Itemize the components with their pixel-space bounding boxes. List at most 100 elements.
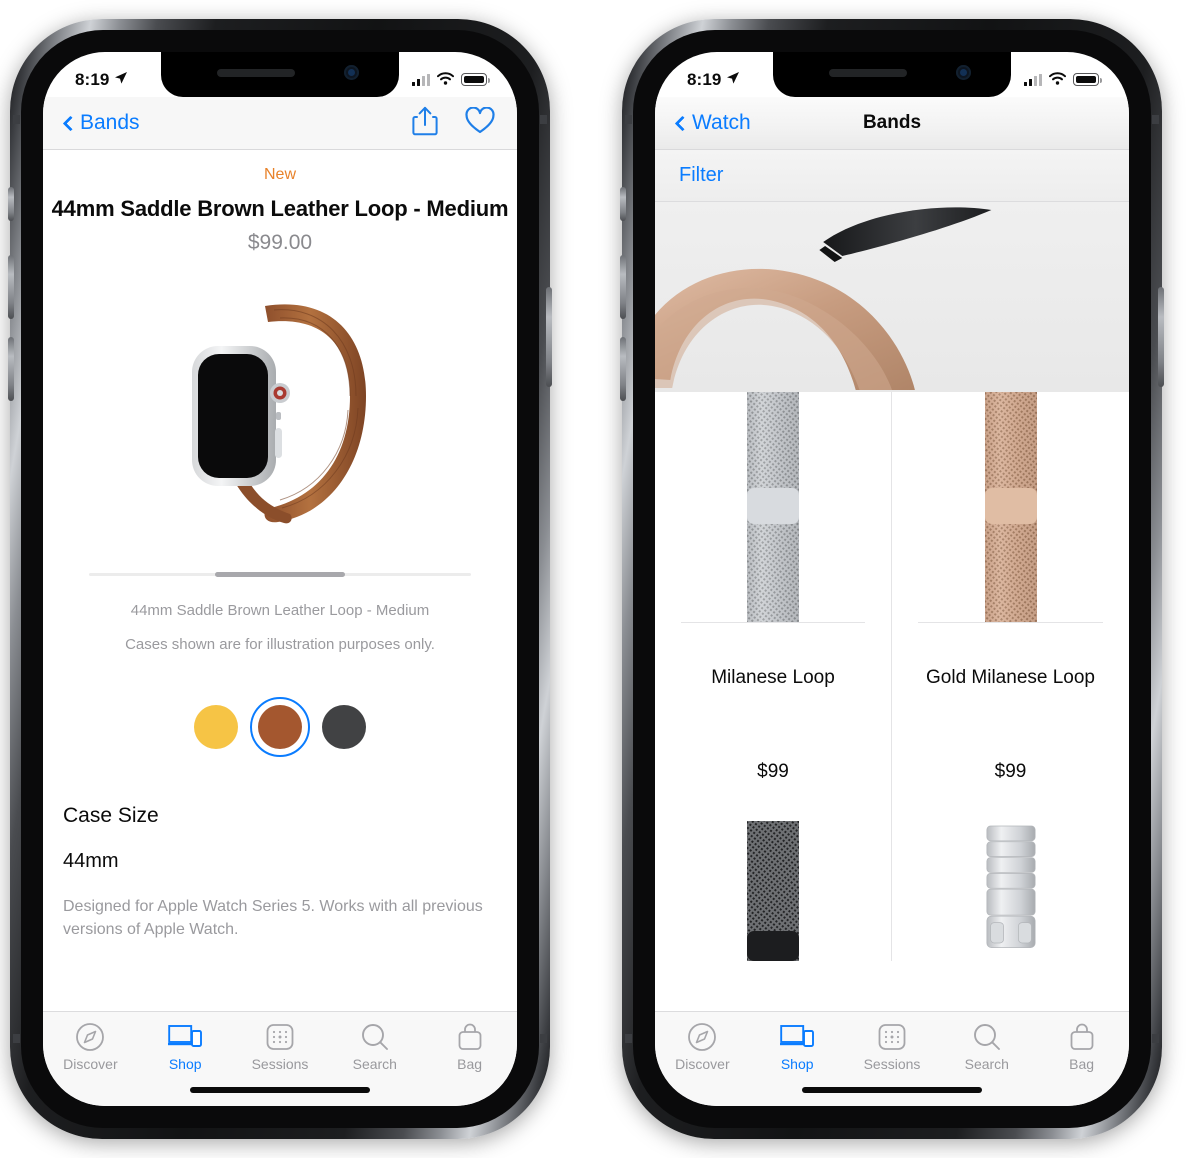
grid-column-right: Gold Milanese Loop $99 bbox=[892, 392, 1129, 961]
product-cell-gold-milanese-loop[interactable]: Gold Milanese Loop $99 bbox=[892, 392, 1129, 821]
tab-label: Sessions bbox=[251, 1056, 309, 1072]
back-button-label: Watch bbox=[692, 111, 751, 134]
product-thumbnail bbox=[892, 392, 1129, 622]
screenshot-stage: 8:19 Bands New 44mm Saddle Brown Leather… bbox=[0, 0, 1200, 1158]
power-button[interactable] bbox=[1158, 287, 1164, 387]
volume-up-button[interactable] bbox=[620, 255, 626, 319]
back-button-bands[interactable]: Bands bbox=[62, 111, 140, 135]
power-button[interactable] bbox=[546, 287, 552, 387]
compass-icon bbox=[687, 1021, 717, 1053]
filter-bar: Filter bbox=[655, 150, 1129, 202]
tab-discover[interactable]: Discover bbox=[655, 1012, 750, 1106]
bag-icon bbox=[456, 1021, 484, 1053]
iphone-right: 8:19 Watch Bands Filter Milanese Loop $9… bbox=[620, 19, 1164, 1139]
status-right-group bbox=[412, 70, 490, 90]
pager-thumb bbox=[215, 572, 345, 577]
antenna-band bbox=[13, 115, 20, 124]
back-button-label: Bands bbox=[80, 111, 140, 134]
screen-left: 8:19 Bands New 44mm Saddle Brown Leather… bbox=[43, 52, 517, 1106]
status-left-group: 8:19 bbox=[687, 70, 740, 90]
bands-grid-content: Milanese Loop $99 Gold Milanese Loop $99 bbox=[655, 202, 1129, 1011]
antenna-band bbox=[1152, 1034, 1159, 1043]
front-camera-icon bbox=[344, 65, 359, 80]
tab-label: Shop bbox=[168, 1056, 202, 1072]
status-time: 8:19 bbox=[687, 69, 722, 89]
location-arrow-icon bbox=[726, 70, 740, 90]
case-size-title: Case Size bbox=[63, 804, 159, 827]
tab-bag[interactable]: Bag bbox=[422, 1012, 517, 1106]
devices-icon bbox=[168, 1021, 203, 1053]
cellular-signal-icon bbox=[412, 73, 430, 86]
product-thumbnail bbox=[655, 392, 891, 622]
filter-button[interactable]: Filter bbox=[679, 164, 723, 187]
product-cell-link-bracelet[interactable] bbox=[892, 821, 1129, 961]
compass-icon bbox=[75, 1021, 105, 1053]
volume-up-button[interactable] bbox=[8, 255, 14, 319]
antenna-band bbox=[540, 115, 547, 124]
product-cell-milanese-loop[interactable]: Milanese Loop $99 bbox=[655, 392, 891, 821]
notch bbox=[161, 52, 399, 97]
devices-icon bbox=[780, 1021, 815, 1053]
tab-bar-right: Discover Shop Sessions Search Bag bbox=[655, 1011, 1129, 1106]
back-button-watch[interactable]: Watch bbox=[674, 111, 751, 135]
status-time: 8:19 bbox=[75, 69, 110, 89]
product-price: $99 bbox=[757, 761, 789, 782]
antenna-band bbox=[625, 1034, 632, 1043]
case-size-note: Designed for Apple Watch Series 5. Works… bbox=[63, 898, 483, 939]
iphone-left: 8:19 Bands New 44mm Saddle Brown Leather… bbox=[8, 19, 552, 1139]
notch bbox=[773, 52, 1011, 97]
bag-icon bbox=[1068, 1021, 1096, 1053]
product-caption-1: 44mm Saddle Brown Leather Loop - Medium bbox=[130, 602, 430, 619]
tab-label: Discover bbox=[675, 1056, 730, 1072]
tab-discover[interactable]: Discover bbox=[43, 1012, 138, 1106]
product-cell-space-black-milanese[interactable] bbox=[655, 821, 891, 961]
tab-bag[interactable]: Bag bbox=[1034, 1012, 1129, 1106]
gold-swatch[interactable] bbox=[194, 705, 238, 749]
tab-label: Discover bbox=[63, 1056, 118, 1072]
product-price: $99 bbox=[994, 761, 1027, 782]
wifi-icon bbox=[437, 70, 454, 90]
share-icon[interactable] bbox=[412, 106, 438, 141]
nav-actions bbox=[412, 106, 495, 141]
saddle-brown-swatch[interactable] bbox=[250, 697, 310, 757]
battery-icon bbox=[1073, 73, 1102, 86]
search-icon bbox=[360, 1021, 390, 1053]
antenna-band bbox=[13, 1034, 20, 1043]
battery-icon bbox=[461, 73, 490, 86]
screen-right: 8:19 Watch Bands Filter Milanese Loop $9… bbox=[655, 52, 1129, 1106]
antenna-band bbox=[625, 115, 632, 124]
cell-divider bbox=[918, 622, 1103, 623]
cellular-signal-icon bbox=[1024, 73, 1042, 86]
mute-switch[interactable] bbox=[620, 187, 626, 221]
home-indicator[interactable] bbox=[802, 1087, 982, 1093]
home-indicator[interactable] bbox=[190, 1087, 370, 1093]
mute-switch[interactable] bbox=[8, 187, 14, 221]
front-camera-icon bbox=[956, 65, 971, 80]
grid-column-left: Milanese Loop $99 bbox=[655, 392, 892, 961]
case-size-value[interactable]: 44mm bbox=[63, 850, 497, 873]
product-detail-content: New 44mm Saddle Brown Leather Loop - Med… bbox=[43, 150, 517, 1011]
black-swatch[interactable] bbox=[322, 705, 366, 749]
earpiece-speaker-icon bbox=[217, 69, 295, 77]
heart-icon[interactable] bbox=[465, 106, 495, 139]
tab-label: Shop bbox=[780, 1056, 814, 1072]
product-title: 44mm Saddle Brown Leather Loop - Medium bbox=[51, 196, 509, 221]
earpiece-speaker-icon bbox=[829, 69, 907, 77]
new-badge: New bbox=[263, 166, 296, 183]
search-icon bbox=[972, 1021, 1002, 1053]
image-pager[interactable] bbox=[89, 572, 471, 577]
product-grid: Milanese Loop $99 Gold Milanese Loop $99 bbox=[655, 392, 1129, 961]
bezel: 8:19 bbox=[633, 30, 1151, 1128]
volume-down-button[interactable] bbox=[8, 337, 14, 401]
product-thumbnail bbox=[655, 821, 891, 961]
tab-bar-left: Discover Shop Sessions Search Bag bbox=[43, 1011, 517, 1106]
antenna-band bbox=[540, 1034, 547, 1043]
status-left-group: 8:19 bbox=[75, 70, 128, 90]
calendar-grid-icon bbox=[877, 1021, 907, 1053]
wifi-icon bbox=[1049, 70, 1066, 90]
product-image[interactable] bbox=[43, 263, 517, 563]
product-name: Gold Milanese Loop bbox=[926, 667, 1095, 688]
tab-label: Bag bbox=[457, 1056, 483, 1072]
volume-down-button[interactable] bbox=[620, 337, 626, 401]
bands-hero-banner[interactable] bbox=[655, 202, 1129, 392]
